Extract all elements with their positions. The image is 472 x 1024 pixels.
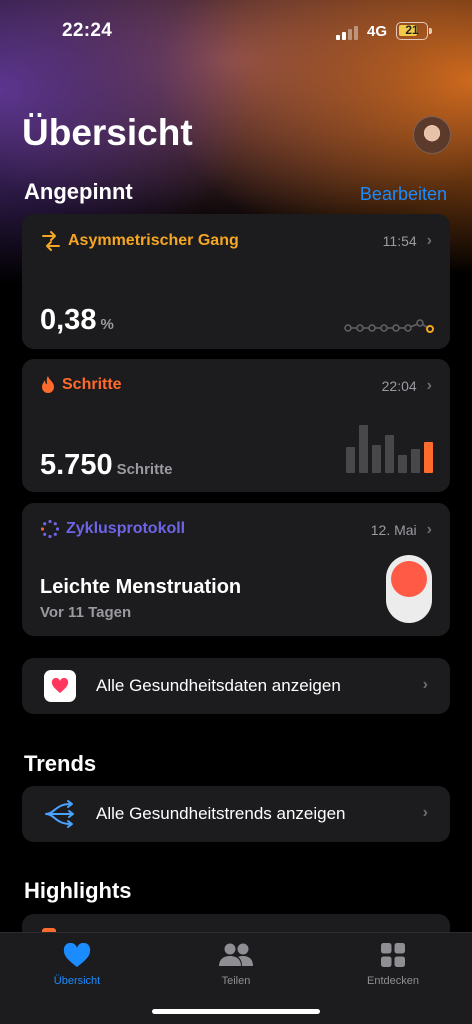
network-type: 4G xyxy=(367,23,388,40)
all-health-data-row[interactable]: Alle Gesundheitsdaten anzeigen › xyxy=(22,658,450,714)
cycle-day-indicator xyxy=(386,555,432,623)
steps-bar xyxy=(398,455,407,473)
card-value-row: 0,38% xyxy=(40,304,114,337)
card-value-row: 5.750 Schritte xyxy=(40,449,172,482)
all-trends-label: Alle Gesundheitstrends anzeigen xyxy=(96,804,346,823)
card-value: 5.750 xyxy=(40,449,113,481)
card-time: 11:54 xyxy=(382,233,417,249)
steps-bar xyxy=(346,447,355,473)
card-meta: 22:04 › xyxy=(382,377,432,395)
battery-level: 21 xyxy=(405,23,419,37)
card-meta: 12. Mai › xyxy=(371,521,432,539)
card-title: Asymmetrischer Gang xyxy=(68,232,239,249)
battery-icon: 21 xyxy=(396,22,432,40)
chevron-right-icon: › xyxy=(426,521,432,538)
all-trends-row[interactable]: Alle Gesundheitstrends anzeigen › xyxy=(22,786,450,842)
sparkline-chart xyxy=(344,319,434,333)
steps-bar-chart xyxy=(346,423,434,473)
steps-bar xyxy=(359,425,368,473)
steps-bar xyxy=(411,449,420,473)
card-title: Schritte xyxy=(62,376,122,393)
home-indicator xyxy=(152,1009,320,1014)
chevron-right-icon: › xyxy=(426,377,432,394)
steps-card[interactable]: Schritte 22:04 › 5.750 Schritte xyxy=(22,359,450,492)
chevron-right-icon: › xyxy=(422,676,428,693)
tab-label: Teilen xyxy=(221,975,251,987)
card-header: Schritte xyxy=(40,375,122,395)
tab-label: Entdecken xyxy=(367,975,419,987)
card-header: Zyklusprotokoll xyxy=(40,519,185,539)
steps-bar xyxy=(385,435,394,473)
flame-icon xyxy=(42,376,54,393)
tab-share[interactable]: Teilen xyxy=(181,941,291,987)
grid-icon xyxy=(338,941,448,969)
heart-app-icon xyxy=(44,670,76,702)
cycle-dots-icon xyxy=(40,519,60,539)
page-title: Übersicht xyxy=(22,112,193,153)
tab-label: Übersicht xyxy=(53,975,101,987)
pinned-heading: Angepinnt xyxy=(24,179,133,204)
heart-icon xyxy=(22,941,132,969)
menstruation-dot xyxy=(391,561,427,597)
card-meta: 11:54 › xyxy=(383,232,432,250)
card-time: 12. Mai xyxy=(370,522,417,538)
steps-bar-current xyxy=(424,442,433,473)
tab-discover[interactable]: Entdecken xyxy=(338,941,448,987)
people-icon xyxy=(181,941,291,969)
avatar[interactable] xyxy=(413,116,451,154)
card-time: 22:04 xyxy=(381,378,417,394)
asymmetric-gait-card[interactable]: Asymmetrischer Gang 11:54 › 0,38% xyxy=(22,214,450,349)
status-time: 22:24 xyxy=(62,20,113,41)
trend-arrows-icon xyxy=(45,800,74,828)
signal-icon xyxy=(336,24,358,40)
all-health-data-label: Alle Gesundheitsdaten anzeigen xyxy=(96,676,341,695)
cycle-tracking-card[interactable]: Zyklusprotokoll 12. Mai › Leichte Menstr… xyxy=(22,503,450,636)
trends-heading: Trends xyxy=(24,751,97,776)
card-unit: Schritte xyxy=(116,461,173,478)
cycle-subtitle: Vor 11 Tagen xyxy=(40,604,132,621)
card-unit: % xyxy=(100,316,114,333)
chevron-right-icon: › xyxy=(422,804,428,821)
card-header: Asymmetrischer Gang xyxy=(40,230,239,252)
steps-bar xyxy=(372,445,381,473)
card-title: Zyklusprotokoll xyxy=(66,520,186,537)
asymmetry-arrows-icon xyxy=(42,231,60,251)
chevron-right-icon: › xyxy=(426,232,432,249)
card-value: 0,38 xyxy=(40,304,97,336)
highlights-heading: Highlights xyxy=(24,878,132,903)
tab-overview[interactable]: Übersicht xyxy=(22,941,132,987)
edit-button[interactable]: Bearbeiten xyxy=(360,184,447,205)
cycle-status: Leichte Menstruation xyxy=(40,576,242,598)
